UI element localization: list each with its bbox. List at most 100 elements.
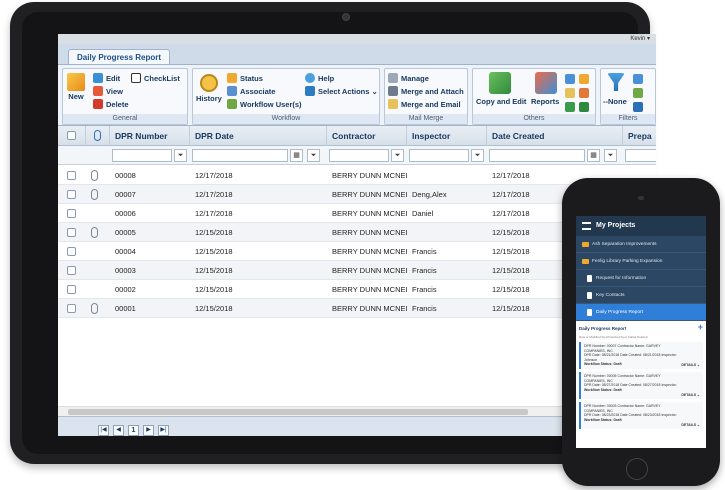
ribbon-group-general: New Edit CheckList View Delete General [62,68,188,125]
col-dpr-number[interactable]: DPR Number [110,126,190,146]
excel-export-icon[interactable] [579,102,589,112]
phone-nav-label: Ash Separation Improvements [592,242,657,247]
filter-add-icon[interactable] [633,88,643,98]
new-button[interactable]: New [67,73,85,101]
select-all-checkbox[interactable] [67,131,76,140]
row-checkbox[interactable] [67,304,76,313]
col-date-created[interactable]: Date Created [487,126,623,146]
manage-button[interactable]: Manage [388,73,429,83]
filter-prepared-input[interactable] [625,149,656,162]
row-checkbox[interactable] [67,285,76,294]
add-icon[interactable]: + [698,322,703,332]
help-button[interactable]: Help [305,73,334,83]
phone-nav-item[interactable]: Ash Separation Improvements [576,236,706,253]
new-icon [67,73,85,91]
cell-contractor: BERRY DUNN MCNEI [332,190,407,199]
col-dpr-date[interactable]: DPR Date [190,126,327,146]
tab-daily-progress-report[interactable]: Daily Progress Report [68,49,171,65]
filter-save-icon[interactable] [633,74,643,84]
dpr-card[interactable]: DPR Number: 00005 Contractor Name: GARVE… [579,372,703,399]
ribbon-group-mail-merge: Manage Merge and Attach Merge and Email … [384,68,468,125]
merge-email-button[interactable]: Merge and Email [388,99,461,109]
workflow-users-button[interactable]: Workflow User(s) [227,99,302,109]
filter-none-button[interactable]: --None [603,97,627,106]
row-checkbox[interactable] [67,266,76,275]
select-actions-button[interactable]: Select Actions ⌄ [305,86,378,96]
filter-date-created-input[interactable] [489,149,585,162]
menu-icon[interactable] [582,222,591,230]
prev-page-button[interactable]: ◀ [113,425,124,436]
row-checkbox[interactable] [67,171,76,180]
filter-contractor-input[interactable] [329,149,389,162]
col-contractor[interactable]: Contractor [327,126,407,146]
merge-attach-button[interactable]: Merge and Attach [388,86,464,96]
first-page-button[interactable]: |◀ [98,425,109,436]
row-checkbox[interactable] [67,247,76,256]
filter-dpr-date-input[interactable] [192,149,288,162]
dpr-card[interactable]: DPR Number: 00003 Contractor Name: GARVE… [579,402,703,429]
row-checkbox[interactable] [67,190,76,199]
cell-dpr-date: 12/17/2018 [195,209,233,218]
filter-funnel-icon[interactable]: ⏷ [471,149,484,162]
reports-icon [535,72,557,94]
view-label: View [106,86,123,96]
details-button[interactable]: DETAILS ⌄ [681,393,700,398]
calendar-icon[interactable]: ▦ [587,149,600,162]
pdf-icon[interactable] [579,88,589,98]
filter-inspector-input[interactable] [409,149,469,162]
pencil-icon[interactable] [565,88,575,98]
phone-nav-item[interactable]: Key Contacts [576,287,706,304]
phone-nav-item[interactable]: Daily Progress Report [576,304,706,321]
cell-dpr-number: 00003 [115,266,136,275]
attachment-icon[interactable] [91,170,98,181]
details-button[interactable]: DETAILS ⌄ [681,363,700,368]
export-icon[interactable] [565,74,575,84]
cell-dpr-number: 00002 [115,285,136,294]
next-page-button[interactable]: ▶ [143,425,154,436]
ribbon-group-label: Mail Merge [385,114,467,124]
current-page[interactable]: 1 [128,425,139,436]
view-button[interactable]: View [93,86,123,96]
user-menu[interactable]: Kevin ▾ [58,34,656,44]
select-all-column[interactable] [58,126,86,146]
cell-contractor: BERRY DUNN MCNEI [332,266,407,275]
delete-button[interactable]: Delete [93,99,129,109]
table-row[interactable]: 00008 12/17/2018 BERRY DUNN MCNEI 12/17/201… [58,166,656,185]
calendar-icon[interactable]: ▦ [290,149,303,162]
cell-contractor: BERRY DUNN MCNEI [332,209,407,218]
phone-legend: New or Modified Synchronized Sync Failed… [579,335,648,339]
filter-funnel-icon[interactable]: ⏷ [307,149,320,162]
attachment-icon[interactable] [91,227,98,238]
filter-funnel-icon[interactable]: ⏷ [391,149,404,162]
associate-button[interactable]: Associate [227,86,275,96]
phone-nav-item[interactable]: Request for Information [576,270,706,287]
dpr-card[interactable]: DPR Number: 00007 Contractor Name: GARVE… [579,342,703,369]
details-button[interactable]: DETAILS ⌄ [681,423,700,428]
filter-clear-icon[interactable] [633,102,643,112]
ribbon-group-label: Filters [601,114,655,124]
edit-button[interactable]: Edit [93,73,120,83]
scroll-thumb[interactable] [68,409,528,415]
attachment-icon[interactable] [91,303,98,314]
phone-nav-item[interactable]: Fenlig Library Parking Expansion [576,253,706,270]
status-button[interactable]: Status [227,73,263,83]
copy-edit-button[interactable]: Copy and Edit [476,97,526,106]
reports-button[interactable]: Reports [531,97,559,106]
row-checkbox[interactable] [67,228,76,237]
row-checkbox[interactable] [67,209,76,218]
filter-funnel-icon[interactable]: ⏷ [174,149,187,162]
col-prepared[interactable]: Prepa [623,126,656,146]
history-button[interactable]: History [196,74,222,103]
filter-dpr-number-input[interactable] [112,149,172,162]
checklist-button[interactable]: CheckList [131,73,180,83]
last-page-button[interactable]: ▶| [158,425,169,436]
attachment-icon[interactable] [91,189,98,200]
col-inspector[interactable]: Inspector [407,126,487,146]
reports-label: Reports [531,97,560,106]
excel-icon[interactable] [565,102,575,112]
print-icon[interactable] [579,74,589,84]
filter-funnel-icon[interactable]: ⏷ [604,149,617,162]
home-button[interactable] [626,458,648,480]
cell-dpr-number: 00006 [115,209,136,218]
tab-strip: Daily Progress Report [58,44,656,65]
